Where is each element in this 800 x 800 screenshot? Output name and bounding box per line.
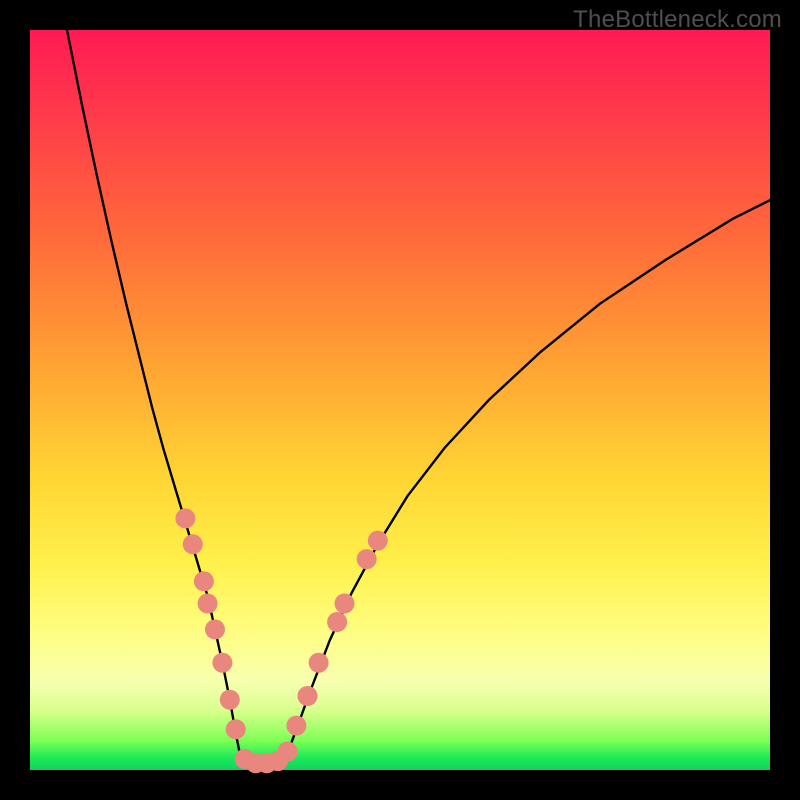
plot-area bbox=[30, 30, 770, 770]
data-marker bbox=[226, 719, 246, 739]
data-marker bbox=[335, 594, 355, 614]
bottleneck-curve bbox=[67, 30, 770, 766]
data-marker bbox=[357, 549, 377, 569]
data-marker bbox=[309, 653, 329, 673]
data-marker bbox=[327, 612, 347, 632]
data-marker bbox=[183, 534, 203, 554]
chart-frame: TheBottleneck.com bbox=[0, 0, 800, 800]
data-marker bbox=[220, 690, 240, 710]
data-marker bbox=[286, 716, 306, 736]
data-marker bbox=[198, 594, 218, 614]
data-marker bbox=[368, 531, 388, 551]
data-marker bbox=[278, 742, 298, 762]
marker-group bbox=[175, 508, 387, 773]
data-marker bbox=[175, 508, 195, 528]
data-marker bbox=[298, 686, 318, 706]
data-marker bbox=[212, 653, 232, 673]
chart-svg bbox=[30, 30, 770, 770]
data-marker bbox=[205, 619, 225, 639]
data-marker bbox=[194, 571, 214, 591]
